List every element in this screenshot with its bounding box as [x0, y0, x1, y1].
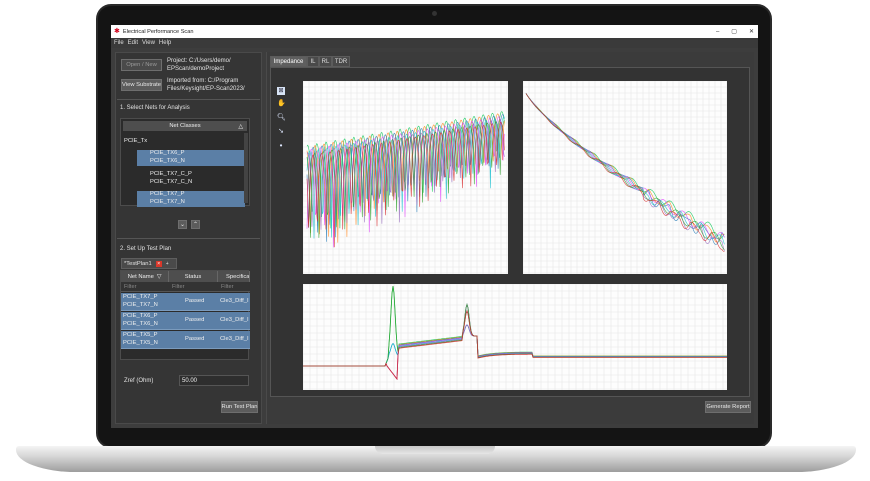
move-up-button[interactable]: ⌃: [191, 220, 200, 229]
insertion-loss-plot[interactable]: [523, 81, 727, 274]
chevron-up-icon: ⌃: [192, 222, 199, 228]
minimize-icon[interactable]: –: [716, 29, 719, 35]
filter-spec-input[interactable]: Filter: [221, 284, 233, 290]
status-cell: Passed: [185, 317, 205, 323]
col-specification[interactable]: Specification: [218, 271, 250, 282]
filter-status-input[interactable]: Filter: [172, 284, 184, 290]
testplan-tab[interactable]: *TestPlan1 × +: [121, 258, 177, 269]
net-item-label: PCIE_TX7_P: [150, 191, 185, 197]
keysight-logo-icon: ✱: [114, 28, 120, 35]
col-net-name[interactable]: Net Name ▽: [121, 271, 169, 282]
net-item[interactable]: PCIE_TX7_N: [137, 199, 245, 207]
imported-path-line2: Files/Keysight/EP-Scan2023/: [167, 86, 245, 92]
imported-path-line1: Imported from: C:/Program: [167, 78, 239, 84]
menu-file[interactable]: File: [114, 40, 124, 46]
app-window: ✱ Electrical Performance Scan – ▢ ✕ File…: [111, 25, 758, 428]
divider: [117, 99, 260, 100]
status-cell: Passed: [185, 336, 205, 342]
tab-impedance[interactable]: Impedance: [270, 56, 307, 67]
zref-label: Zref (Ohm): [124, 378, 154, 384]
net-item-label: PCIE_TX6_N: [150, 158, 185, 164]
net-item[interactable]: PCIE_TX7_P: [137, 191, 245, 199]
net-tree: Net Classes △ PCIE_Tx PCIE_TX6_P PCIE_TX6…: [120, 118, 250, 207]
menu-view[interactable]: View: [142, 40, 155, 46]
net-item-label: PCIE_TX6_P: [150, 150, 185, 156]
net-name-n: PCIE_TX7_N: [123, 302, 158, 308]
zoom-fit-icon[interactable]: ⊠: [277, 87, 285, 95]
status-cell: Passed: [185, 298, 205, 304]
net-name-n: PCIE_TX5_N: [123, 340, 158, 346]
pointer-icon[interactable]: ➘: [277, 128, 285, 136]
net-item-label: PCIE_TX7_C_N: [150, 179, 193, 185]
menu-edit[interactable]: Edit: [128, 40, 138, 46]
zref-input[interactable]: 50.00: [179, 375, 249, 386]
maximize-icon[interactable]: ▢: [731, 28, 737, 35]
impedance-plot-canvas[interactable]: [303, 81, 508, 274]
close-icon[interactable]: ✕: [749, 28, 754, 35]
project-path-line2: EPScan/demoProject: [167, 66, 225, 72]
impedance-plot[interactable]: [303, 81, 508, 274]
insertion-loss-plot-canvas[interactable]: [523, 81, 727, 274]
generate-report-button[interactable]: Generate Report: [705, 401, 751, 413]
chevron-down-icon: ⌄: [179, 222, 186, 228]
project-path-line1: Project: C:/Users/demo/: [167, 58, 231, 64]
title-bar: ✱ Electrical Performance Scan – ▢ ✕: [111, 25, 758, 38]
sort-triangle-icon[interactable]: △: [238, 123, 243, 130]
spec-cell: Cle3_Diff_I: [220, 298, 249, 304]
pan-hand-icon[interactable]: ✋: [277, 100, 286, 108]
net-classes-header-label: Net Classes: [169, 123, 201, 129]
nets-section-title: 1. Select Nets for Analysis: [120, 105, 190, 111]
camera-icon: [432, 11, 437, 16]
table-row[interactable]: PCIE_TX7_P PCIE_TX7_N Passed Cle3_Diff_I: [121, 293, 250, 311]
net-item[interactable]: PCIE_TX7_C_N: [137, 179, 245, 187]
net-item[interactable]: PCIE_TX6_N: [137, 158, 245, 166]
tree-group-pcie-tx[interactable]: PCIE_Tx: [124, 138, 147, 144]
spec-cell: Cle3_Diff_I: [220, 336, 249, 342]
tab-rl[interactable]: RL: [319, 56, 332, 67]
tdr-plot[interactable]: [303, 284, 727, 390]
testplan-section-title: 2. Set Up Test Plan: [120, 246, 172, 252]
series-trace: [303, 324, 727, 367]
spec-cell: Cle3_Diff_I: [220, 317, 249, 323]
open-new-button[interactable]: Open / New: [121, 59, 162, 71]
tab-tdr[interactable]: TDR: [332, 56, 350, 67]
filter-row: Filter Filter Filter: [121, 282, 250, 292]
run-test-plan-button[interactable]: Run Test Plan: [221, 401, 258, 413]
net-item[interactable]: PCIE_TX7_C_P: [137, 171, 245, 179]
net-classes-header[interactable]: Net Classes △: [123, 121, 247, 131]
filter-funnel-icon[interactable]: ▽: [157, 274, 161, 280]
marker-dot-icon[interactable]: •: [277, 142, 285, 150]
table-row[interactable]: PCIE_TX6_P PCIE_TX6_N Passed Cle3_Diff_I: [121, 312, 250, 330]
net-item[interactable]: PCIE_TX6_P: [137, 150, 245, 158]
col-status[interactable]: Status: [169, 271, 218, 282]
series-trace: [303, 309, 727, 381]
net-name-n: PCIE_TX6_N: [123, 321, 158, 327]
table-row[interactable]: PCIE_TX5_P PCIE_TX5_N Passed Cle3_Diff_I: [121, 331, 250, 349]
laptop-notch: [375, 446, 495, 454]
series-trace: [303, 309, 727, 381]
move-down-button[interactable]: ⌄: [178, 220, 187, 229]
tdr-plot-canvas[interactable]: [303, 284, 727, 390]
testplan-table: Net Name ▽ Status Specification Filter F…: [120, 270, 250, 360]
close-tab-icon[interactable]: ×: [155, 260, 162, 267]
menu-help[interactable]: Help: [159, 40, 171, 46]
col-net-name-label: Net Name: [127, 273, 154, 280]
net-name-p: PCIE_TX6_P: [123, 313, 158, 319]
net-item-label: PCIE_TX7_C_P: [150, 171, 192, 177]
view-substrate-button[interactable]: View Substrate: [121, 79, 162, 91]
window-title: Electrical Performance Scan: [122, 28, 194, 35]
menu-bar: File Edit View Help: [111, 38, 758, 48]
filter-net-name-input[interactable]: Filter: [124, 284, 136, 290]
tab-il[interactable]: IL: [307, 56, 319, 67]
zoom-icon[interactable]: 🔍︎: [277, 114, 286, 122]
net-tree-scrollbar[interactable]: [244, 133, 248, 203]
net-item-label: PCIE_TX7_N: [150, 199, 185, 205]
net-name-p: PCIE_TX5_P: [123, 332, 158, 338]
net-name-p: PCIE_TX7_P: [123, 294, 158, 300]
add-tab-icon[interactable]: +: [166, 261, 169, 267]
divider: [117, 238, 260, 239]
testplan-tab-label: *TestPlan1: [124, 260, 152, 267]
